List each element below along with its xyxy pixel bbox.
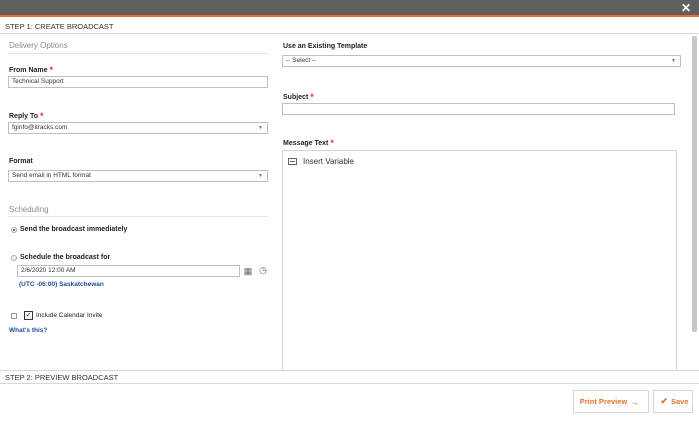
subject-label: Subject *	[283, 92, 314, 102]
calendar-invite-checkbox[interactable]: ✓ Include Calendar Invite	[11, 311, 103, 320]
dialog-titlebar: ✕	[0, 0, 699, 17]
save-label: Save	[671, 397, 689, 406]
schedule-later-radio[interactable]: Schedule the broadcast for	[11, 254, 110, 261]
scrollbar[interactable]	[692, 36, 697, 332]
section-divider	[8, 216, 268, 217]
step2-header: STEP 2: PREVIEW BROADCAST	[0, 370, 699, 384]
close-icon[interactable]: ✕	[681, 1, 691, 15]
chevron-down-icon: ▼	[258, 173, 263, 179]
subject-input[interactable]	[282, 103, 675, 115]
insert-variable-label: Insert Variable	[303, 157, 354, 166]
message-text-label: Message Text *	[283, 138, 334, 148]
variable-icon	[288, 158, 297, 165]
whats-this-link[interactable]: What's this?	[9, 327, 47, 334]
format-select[interactable]: Send email in HTML format ▼	[8, 170, 268, 182]
format-label: Format	[9, 158, 33, 165]
print-preview-button[interactable]: Print Preview →	[573, 390, 649, 413]
calendar-check-icon: ✓	[24, 311, 33, 320]
radio-unselected-icon	[11, 254, 17, 261]
timezone-label: (UTC -06:00) Saskatchewan	[19, 281, 104, 288]
delivery-options-title: Delivery Options	[9, 41, 68, 50]
checkbox-icon[interactable]	[11, 312, 17, 319]
from-name-label: From Name *	[9, 65, 54, 75]
scheduling-title: Scheduling	[9, 205, 49, 214]
insert-variable-button[interactable]: Insert Variable	[288, 157, 354, 166]
save-button[interactable]: ✔ Save	[653, 390, 693, 413]
message-editor[interactable]: Insert Variable	[282, 150, 677, 370]
checkmark-icon: ✔	[660, 396, 668, 406]
template-label: Use an Existing Template	[283, 43, 368, 50]
send-immediately-label: Send the broadcast immediately	[20, 226, 128, 233]
format-value: Send email in HTML format	[12, 172, 91, 179]
clock-icon[interactable]: ◷	[258, 265, 268, 275]
calendar-icon[interactable]: ▦	[243, 266, 253, 276]
step1-header: STEP 1: CREATE BROADCAST	[0, 19, 699, 34]
reply-to-value: fginfo@itracks.com	[12, 124, 68, 131]
calendar-invite-label: Include Calendar Invite	[36, 312, 103, 319]
from-name-field[interactable]: Technical Support	[8, 76, 268, 88]
section-divider	[8, 53, 268, 54]
arrow-right-icon: →	[630, 396, 640, 407]
print-preview-label: Print Preview	[579, 397, 628, 406]
accent-line	[0, 15, 699, 17]
chevron-down-icon: ▼	[671, 58, 676, 64]
radio-selected-icon	[11, 226, 17, 233]
template-value: -- Select --	[286, 57, 317, 64]
schedule-datetime-field[interactable]: 2/6/2020 12:00 AM	[17, 265, 240, 277]
reply-to-label: Reply To *	[9, 111, 44, 121]
chevron-down-icon: ▼	[258, 125, 263, 131]
send-immediately-radio[interactable]: Send the broadcast immediately	[11, 226, 127, 233]
reply-to-select[interactable]: fginfo@itracks.com ▼	[8, 122, 268, 134]
schedule-later-label: Schedule the broadcast for	[20, 254, 111, 261]
template-select[interactable]: -- Select -- ▼	[282, 55, 681, 67]
